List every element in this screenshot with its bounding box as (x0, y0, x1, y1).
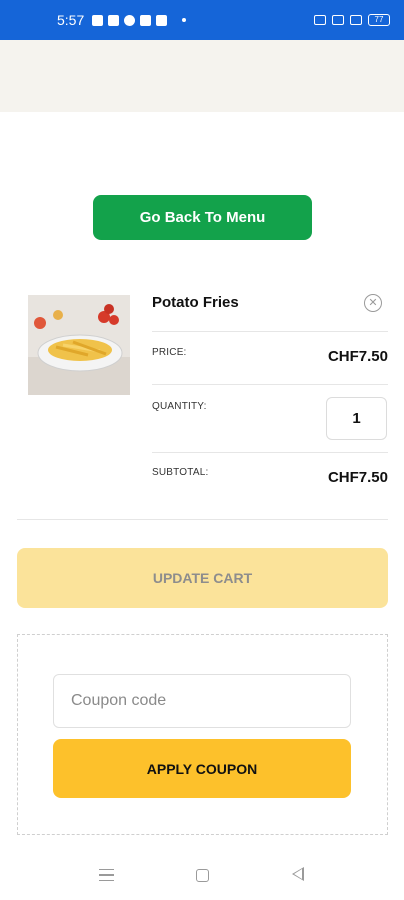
alarm-icon (314, 15, 326, 25)
wifi-icon (350, 15, 362, 25)
app-icon (140, 14, 152, 26)
home-icon[interactable] (196, 869, 209, 882)
message-icon (92, 14, 104, 26)
quantity-label: QUANTITY: (152, 401, 207, 412)
update-cart-button[interactable]: UPDATE CART (17, 548, 388, 608)
fries-illustration (28, 295, 130, 395)
ff-icon (156, 14, 168, 26)
youtube-icon (108, 14, 120, 26)
divider (152, 384, 388, 385)
quantity-input[interactable]: 1 (326, 397, 387, 440)
recent-apps-icon[interactable] (99, 869, 114, 881)
product-name: Potato Fries (152, 294, 239, 311)
price-label: PRICE: (152, 347, 187, 358)
signal-icon (332, 15, 344, 25)
divider (152, 331, 388, 332)
product-image (28, 295, 130, 395)
back-to-menu-button[interactable]: Go Back To Menu (93, 195, 312, 240)
subtotal-label: SUBTOTAL: (152, 467, 209, 478)
system-nav-bar (0, 852, 404, 900)
header-band (0, 40, 404, 112)
apply-coupon-button[interactable]: APPLY COUPON (53, 739, 351, 798)
subtotal-value: CHF7.50 (327, 469, 388, 486)
status-bar: 5:57 77 (0, 0, 404, 40)
price-value: CHF7.50 (327, 348, 388, 365)
dot-icon (182, 18, 187, 22)
back-icon[interactable] (292, 867, 304, 881)
cart-divider (17, 519, 388, 520)
status-time: 5:57 (57, 12, 85, 28)
battery-icon: 77 (368, 14, 390, 26)
system-icons: 77 (314, 14, 390, 26)
coupon-section (17, 634, 388, 835)
remove-item-icon[interactable]: ✕ (364, 294, 382, 312)
phone-icon (124, 14, 136, 26)
divider (152, 452, 388, 453)
coupon-code-input[interactable] (53, 674, 351, 728)
notification-icons (92, 14, 187, 26)
